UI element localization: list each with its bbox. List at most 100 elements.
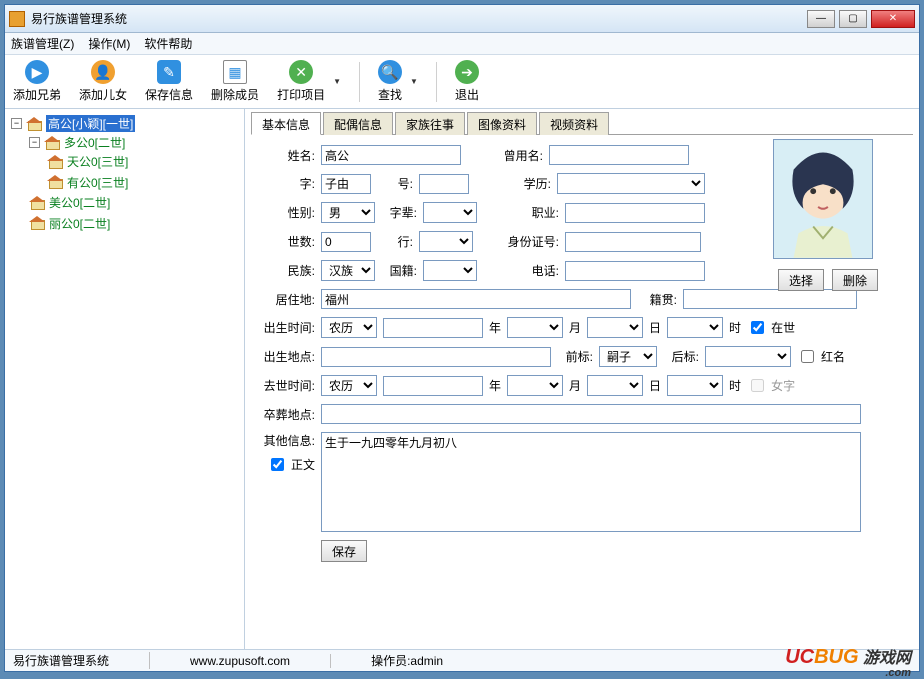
edit-icon: ✎ [157,60,181,84]
birth-month-select[interactable] [507,317,563,338]
delete-member-button[interactable]: ▦ 删除成员 [211,60,259,103]
houbiao-select[interactable] [705,346,791,367]
tab-family[interactable]: 家族往事 [395,112,465,135]
tree-node[interactable]: 有公0[三世] [47,174,128,191]
play-icon: ▶ [25,60,49,84]
addr-input[interactable] [321,289,631,309]
tab-video[interactable]: 视频资料 [539,112,609,135]
minimize-button[interactable]: — [807,10,835,28]
zhengwen-checkbox[interactable] [271,458,284,471]
label-bury-place: 卒葬地点: [259,406,315,423]
label-zibei: 字辈: [381,204,417,221]
death-hour-select[interactable] [667,375,723,396]
save-button[interactable]: 保存 [321,540,367,562]
former-name-input[interactable] [549,145,689,165]
tree-node[interactable]: 丽公0[二世] [29,215,110,232]
exit-button[interactable]: ➔ 退出 [455,60,479,103]
menu-zupu[interactable]: 族谱管理(Z) [11,35,74,52]
idcard-input[interactable] [565,232,701,252]
birth-day-select[interactable] [587,317,643,338]
gen-input[interactable] [321,232,371,252]
person-icon: 👤 [91,60,115,84]
search-icon: 🔍 [378,60,402,84]
grid-icon: ▦ [223,60,247,84]
portrait-delete-button[interactable]: 删除 [832,269,878,291]
add-brother-button[interactable]: ▶ 添加兄弟 [13,60,61,103]
zi-input[interactable] [321,174,371,194]
label-alive: 在世 [771,319,795,336]
bury-place-input[interactable] [321,404,861,424]
save-info-button[interactable]: ✎ 保存信息 [145,60,193,103]
phone-input[interactable] [565,261,705,281]
label-phone: 电话: [503,262,559,279]
alive-checkbox[interactable] [751,321,764,334]
add-child-button[interactable]: 👤 添加儿女 [79,60,127,103]
death-cal-select[interactable]: 农历 [321,375,377,396]
qianbiao-select[interactable]: 嗣子 [599,346,657,367]
label-death-time: 去世时间: [259,377,315,394]
job-input[interactable] [565,203,705,223]
label-gen: 世数: [259,233,315,250]
edu-select[interactable] [557,173,705,194]
label-day: 日 [649,319,661,336]
birth-place-input[interactable] [321,347,551,367]
tree-node[interactable]: − 多公0[二世] [29,134,125,151]
menu-help[interactable]: 软件帮助 [144,35,192,52]
death-day-select[interactable] [587,375,643,396]
label-nvzi: 女字 [771,377,795,394]
print-button[interactable]: ✕ 打印项目 [277,60,325,103]
search-dropdown-arrow[interactable]: ▼ [410,77,418,86]
origin-input[interactable] [683,289,857,309]
label-zhengwen: 正文 [291,456,315,473]
close-button[interactable]: ✕ [871,10,915,28]
collapse-icon[interactable]: − [29,137,40,148]
brand-logo: UCBUG 游戏网 .com [785,644,911,678]
nation-select[interactable] [423,260,477,281]
search-button[interactable]: 🔍 查找 [378,60,402,103]
house-icon [47,175,63,189]
tab-image[interactable]: 图像资料 [467,112,537,135]
tree-node-root[interactable]: − 高公[小颖][一世] [11,115,135,132]
collapse-icon[interactable]: − [11,118,22,129]
label-other: 其他信息: [259,432,315,449]
label-former-name: 曾用名: [487,147,543,164]
zibei-select[interactable] [423,202,477,223]
label-birth-time: 出生时间: [259,319,315,336]
tree-pane: − 高公[小颖][一世] − 多公0[二世] [5,109,245,649]
label-day: 日 [649,377,661,394]
ethnic-select[interactable]: 汉族 [321,260,375,281]
tab-spouse[interactable]: 配偶信息 [323,112,393,135]
portrait-select-button[interactable]: 选择 [778,269,824,291]
tree-node[interactable]: 美公0[二世] [29,194,110,211]
app-icon [9,11,25,27]
death-year-input[interactable] [383,376,483,396]
label-addr: 居住地: [259,291,315,308]
status-app: 易行族谱管理系统 [13,652,150,669]
death-month-select[interactable] [507,375,563,396]
birth-hour-select[interactable] [667,317,723,338]
label-name: 姓名: [259,147,315,164]
red-checkbox[interactable] [801,350,814,363]
birth-cal-select[interactable]: 农历 [321,317,377,338]
label-hang: 行: [377,233,413,250]
menu-ops[interactable]: 操作(M) [88,35,130,52]
house-icon [44,136,60,150]
hang-select[interactable] [419,231,473,252]
house-icon [26,117,42,131]
name-input[interactable] [321,145,461,165]
maximize-button[interactable]: ▢ [839,10,867,28]
birth-year-input[interactable] [383,318,483,338]
toolbar-separator [436,62,437,102]
hao-input[interactable] [419,174,469,194]
label-year: 年 [489,319,501,336]
label-edu: 学历: [495,175,551,192]
print-dropdown-arrow[interactable]: ▼ [333,77,341,86]
tab-basic[interactable]: 基本信息 [251,112,321,135]
tree-node[interactable]: 天公0[三世] [47,153,128,170]
other-textarea[interactable]: 生于一九四零年九月初八 [321,432,861,532]
label-houbiao: 后标: [663,348,699,365]
house-icon [47,155,63,169]
gear-icon: ✕ [289,60,313,84]
label-ethnic: 民族: [259,262,315,279]
gender-select[interactable]: 男 [321,202,375,223]
